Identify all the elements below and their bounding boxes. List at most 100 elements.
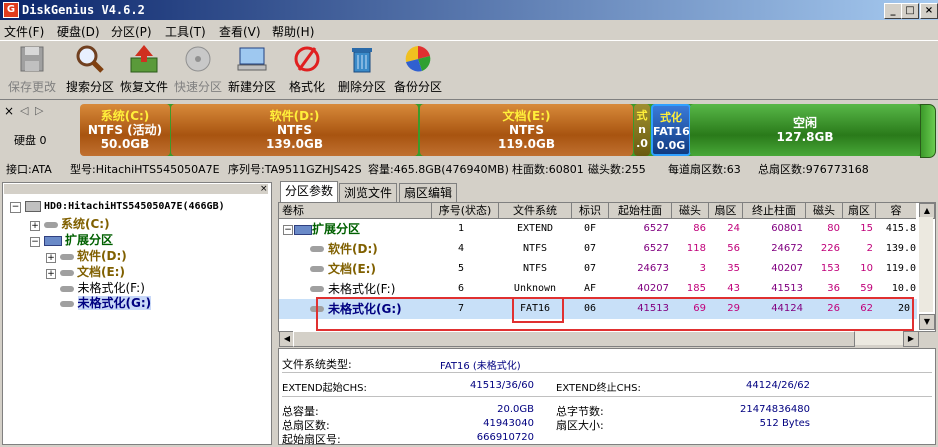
row-label: 未格式化(F:) [328, 282, 396, 296]
col-header-filesystem[interactable]: 文件系统 [499, 203, 572, 219]
tree-item-system[interactable]: + 系统(C:) [30, 215, 110, 232]
disk-cylinders: 柱面数:60801 [512, 163, 584, 176]
col-header-start-cyl[interactable]: 起始柱面 [609, 203, 672, 219]
partition-c-size: 50.0GB [100, 137, 150, 151]
disk-capacity: 容量:465.8GB(476940MB) [368, 163, 509, 176]
disk-prev-arrow-icon[interactable]: ◁ [20, 104, 28, 117]
minimize-button[interactable]: _ [884, 3, 902, 19]
partition-d-fs: NTFS [276, 123, 313, 137]
row-cell-es: 15 [860, 223, 873, 234]
details-divider-2 [282, 396, 932, 397]
maximize-button[interactable]: □ [901, 3, 919, 19]
disk-total-sectors: 总扇区数:976773168 [758, 163, 869, 176]
col-header-end-head[interactable]: 磁头 [806, 203, 843, 219]
partition-c-segment[interactable]: 系统(C:) NTFS (活动) 50.0GB [80, 104, 170, 156]
menu-view[interactable]: 查看(V) [219, 23, 261, 40]
format-button[interactable]: 格式化 [277, 44, 337, 96]
menu-disk[interactable]: 硬盘(D) [57, 23, 100, 40]
close-button[interactable]: × [920, 3, 938, 19]
row-cell-no: 5 [458, 263, 465, 274]
partition-e-segment[interactable]: 文档(E:) NTFS 119.0GB [420, 104, 633, 156]
fs-type-label: 文件系统类型: [282, 358, 352, 371]
col-header-capacity[interactable]: 容 [876, 203, 916, 219]
expand-icon[interactable]: + [46, 253, 56, 263]
collapse-icon[interactable]: − [30, 237, 40, 247]
menu-tools[interactable]: 工具(T) [165, 23, 206, 40]
col-header-number[interactable]: 序号(状态) [432, 203, 499, 219]
partition-icon [60, 286, 74, 292]
tab-partition-params[interactable]: 分区参数 [280, 181, 339, 202]
col-header-end-cyl[interactable]: 终止柱面 [743, 203, 806, 219]
expand-icon[interactable]: + [30, 221, 40, 231]
row-cell-eh: 80 [827, 223, 840, 234]
tree-item-unformatted-f-label: 未格式化(F:) [77, 281, 145, 295]
tree-item-extended[interactable]: − 扩展分区 [30, 231, 113, 248]
recover-files-button[interactable]: 恢复文件 [114, 44, 174, 96]
tab-sector-edit[interactable]: 扇区编辑 [399, 183, 458, 202]
tree-item-extended-label: 扩展分区 [65, 233, 114, 247]
row-cell-ss: 29 [727, 303, 740, 314]
row-cell-no: 4 [458, 243, 465, 254]
col-header-end-sector[interactable]: 扇区 [843, 203, 876, 219]
col-header-start-sector[interactable]: 扇区 [709, 203, 743, 219]
disk-map-close-icon[interactable]: × [4, 104, 14, 118]
start-sector-value: 666910720 [476, 432, 534, 443]
total-sectors-value: 41943040 [483, 418, 534, 429]
tree-panel-header [4, 184, 268, 194]
extend-start-label: EXTEND起始CHS: [282, 383, 367, 394]
col-header-id[interactable]: 标识 [572, 203, 609, 219]
col-header-start-head[interactable]: 磁头 [672, 203, 709, 219]
save-changes-button[interactable]: 保存更改 [2, 44, 62, 96]
delete-partition-button[interactable]: 删除分区 [332, 44, 392, 96]
menu-file[interactable]: 文件(F) [4, 23, 44, 40]
tab-browse-files[interactable]: 浏览文件 [339, 183, 398, 202]
row-cell-sh: 69 [693, 303, 706, 314]
backup-partition-button[interactable]: 备份分区 [388, 44, 448, 96]
tree-item-unformatted-g[interactable]: 未格式化(G:) [60, 294, 152, 311]
scroll-right-arrow-icon[interactable]: ▶ [903, 331, 919, 347]
row-cell-id: 0F [583, 223, 597, 234]
row-cell-id: AF [583, 283, 597, 294]
row-label: 文档(E:) [328, 262, 376, 276]
col-header-label[interactable]: 卷标 [279, 203, 432, 219]
disk-next-arrow-icon[interactable]: ▷ [35, 104, 43, 117]
free-space-segment[interactable]: 空闲 127.8GB [690, 104, 920, 156]
tree-panel-close-icon[interactable]: × [260, 184, 268, 194]
partition-d-segment[interactable]: 软件(D:) NTFS 139.0GB [171, 104, 418, 156]
fs-type-value: FAT16 (未格式化) [440, 361, 521, 372]
menu-help[interactable]: 帮助(H) [272, 23, 314, 40]
row-cell-es: 2 [866, 243, 873, 254]
partition-f-segment[interactable]: 式 n .0 [634, 104, 650, 156]
tree-item-unformatted-g-label: 未格式化(G:) [77, 296, 152, 310]
partition-g-size: 0.0G [656, 139, 686, 152]
row-cell-sc: 6527 [643, 223, 669, 234]
extended-partition-icon [294, 225, 312, 235]
magnifier-icon [74, 44, 106, 74]
new-partition-label: 新建分区 [227, 80, 276, 94]
partition-g-name: 式化 [660, 111, 682, 124]
quick-partition-button[interactable]: 快速分区 [168, 44, 228, 96]
tree-disk-node[interactable]: − HD0:HitachiHTS545050A7E(466GB) [10, 199, 225, 213]
row-cell-ec: 41513 [771, 283, 803, 294]
search-partition-button[interactable]: 搜索分区 [60, 44, 120, 96]
collapse-icon[interactable]: − [10, 202, 21, 213]
tree-item-documents[interactable]: + 文档(E:) [46, 263, 125, 280]
search-partition-label: 搜索分区 [65, 80, 114, 94]
row-cell-ss: 24 [727, 223, 740, 234]
scroll-down-arrow-icon[interactable]: ▼ [919, 314, 935, 330]
partition-g-segment[interactable]: 式化 FAT16 0.0G [651, 104, 691, 156]
tree-item-software[interactable]: + 软件(D:) [46, 247, 127, 264]
expand-icon[interactable]: + [46, 269, 56, 279]
title-bar: G DiskGenius V4.6.2 _ □ × [0, 0, 938, 20]
menu-partition[interactable]: 分区(P) [111, 23, 152, 40]
horizontal-scrollbar-thumb[interactable] [293, 331, 855, 347]
partition-icon [59, 270, 74, 276]
new-partition-button[interactable]: 新建分区 [222, 44, 282, 96]
recover-files-icon [128, 44, 160, 74]
row-cell-ss: 35 [727, 263, 740, 274]
row-cell-sh: 185 [686, 283, 706, 294]
row-cell-sc: 41513 [637, 303, 669, 314]
row-label: 软件(D:) [328, 242, 378, 256]
disk-label: 硬盘 0 [14, 134, 47, 147]
vertical-scrollbar-track[interactable] [919, 217, 933, 312]
